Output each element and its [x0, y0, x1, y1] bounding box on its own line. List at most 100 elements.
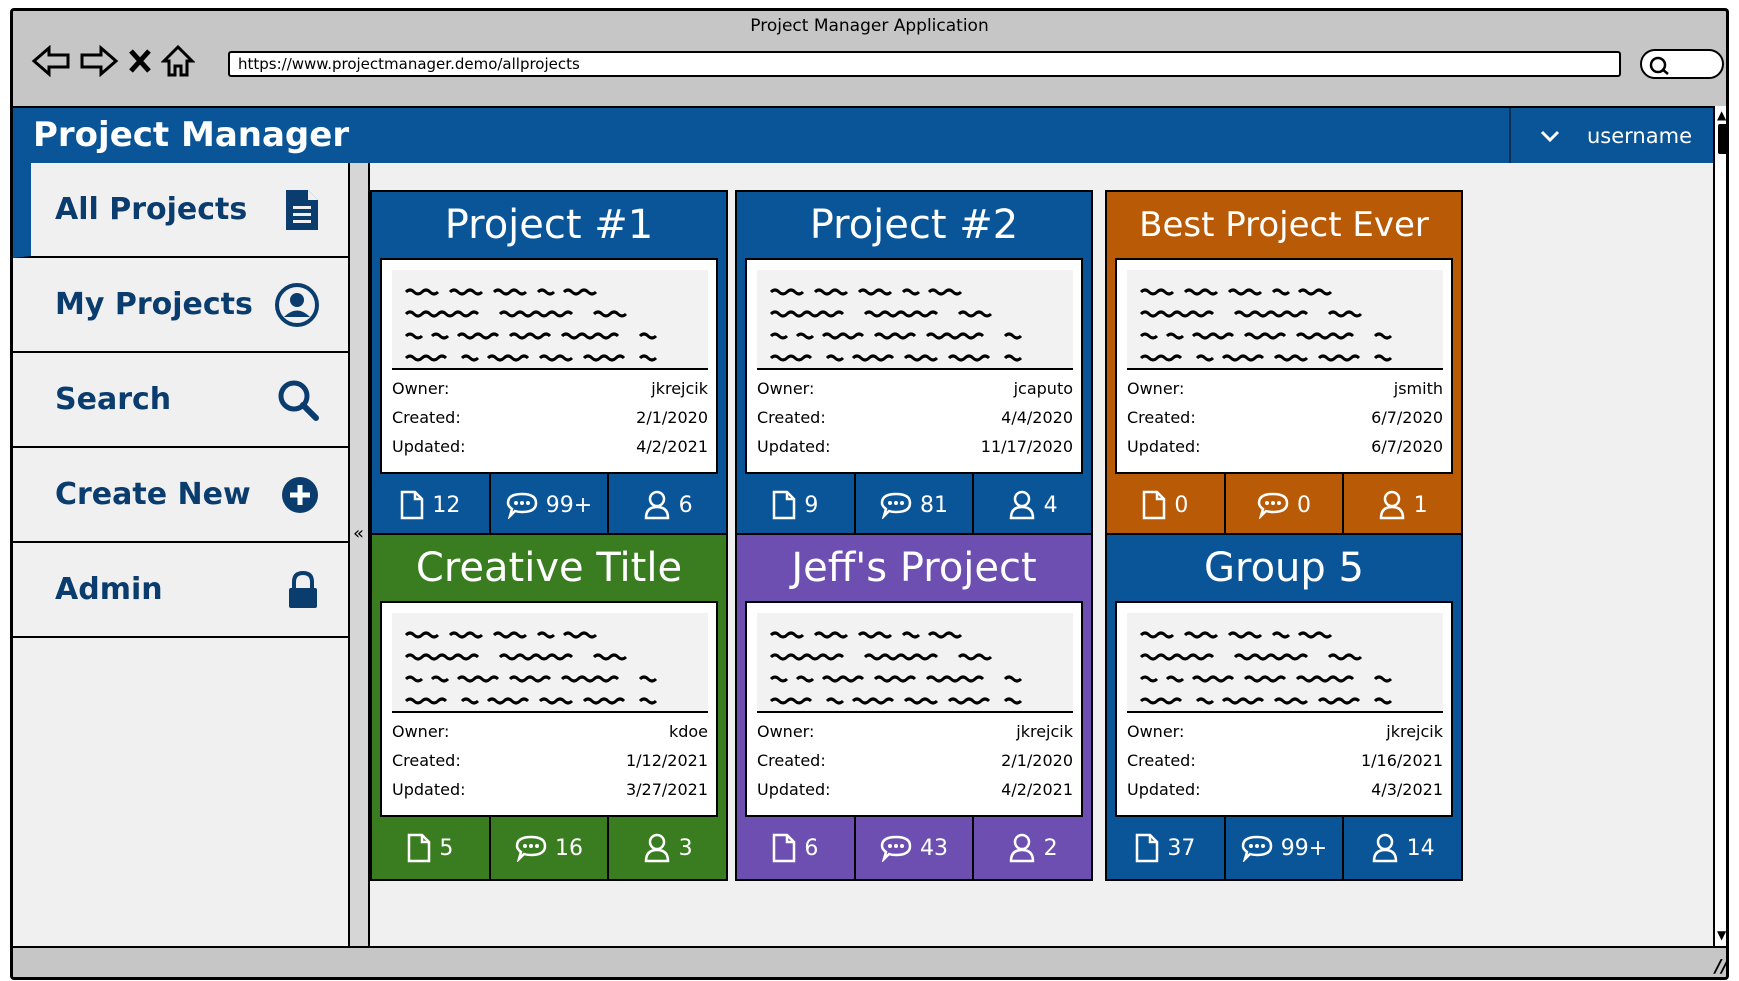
sidebar-collapse-handle[interactable]: « [350, 163, 370, 948]
project-card[interactable]: Jeff's Project Owner: jkrejcik Created: 2/… [735, 533, 1093, 881]
comments-stat[interactable]: 0 [1226, 474, 1345, 536]
sidebar-item-label: All Projects [55, 192, 248, 227]
created-value: 1/12/2021 [625, 751, 708, 770]
updated-value: 6/7/2020 [1371, 437, 1443, 456]
project-meta: Owner: kdoe Created: 1/12/2021 Updated: 3/2… [392, 717, 708, 804]
url-bar[interactable]: https://www.projectmanager.demo/allproje… [228, 51, 1621, 77]
created-value: 6/7/2020 [1371, 408, 1443, 427]
project-stats: 9 81 4 [737, 474, 1091, 536]
files-stat[interactable]: 6 [737, 817, 856, 879]
comment-icon [515, 835, 547, 862]
files-count: 12 [432, 492, 461, 518]
project-meta: Owner: jkrejcik Created: 1/16/2021 Updated… [1127, 717, 1443, 804]
comments-stat[interactable]: 99+ [491, 474, 610, 536]
created-value: 2/1/2020 [636, 408, 708, 427]
sidebar-item-create-new[interactable]: Create New [13, 448, 350, 543]
members-stat[interactable]: 6 [609, 474, 726, 536]
project-card[interactable]: Project #1 Owner: jkrejcik Created: 2/1/20… [370, 190, 728, 538]
search-icon [1649, 56, 1669, 75]
sidebar-item-search[interactable]: Search [13, 353, 350, 448]
project-meta: Owner: jkrejcik Created: 2/1/2020 Updated:… [757, 717, 1073, 804]
project-stats: 37 99+ 14 [1107, 817, 1461, 879]
updated-label: Updated: [757, 780, 831, 799]
updated-label: Updated: [392, 437, 466, 456]
project-description [757, 270, 1073, 370]
members-stat[interactable]: 2 [974, 817, 1091, 879]
project-card[interactable]: Creative Title Owner: kdoe Created: 1/12/2… [370, 533, 728, 881]
project-stats: 6 43 2 [737, 817, 1091, 879]
sidebar-item-label: My Projects [55, 287, 253, 322]
vertical-scrollbar[interactable]: ▲ ▼ [1713, 106, 1726, 946]
project-description [1127, 270, 1443, 370]
scroll-thumb[interactable] [1718, 124, 1726, 154]
project-meta: Owner: jcaputo Created: 4/4/2020 Updated: 1… [757, 374, 1073, 461]
placeholder-text-icon [404, 631, 658, 705]
comments-count: 99+ [545, 492, 593, 518]
project-card[interactable]: Project #2 Owner: jcaputo Created: 4/4/202… [735, 190, 1093, 538]
members-stat[interactable]: 4 [974, 474, 1091, 536]
updated-label: Updated: [757, 437, 831, 456]
search-icon [278, 380, 319, 421]
comment-icon [1241, 835, 1273, 862]
files-stat[interactable]: 5 [372, 817, 491, 879]
files-stat[interactable]: 0 [1107, 474, 1226, 536]
placeholder-text-icon [1139, 288, 1393, 362]
user-icon [1372, 833, 1397, 863]
updated-value: 4/2/2021 [1001, 780, 1073, 799]
updated-value: 4/2/2021 [636, 437, 708, 456]
project-card[interactable]: Best Project Ever Owner: jsmith Created: 6… [1105, 190, 1463, 538]
members-stat[interactable]: 14 [1344, 817, 1461, 879]
file-icon [401, 490, 424, 520]
comments-stat[interactable]: 16 [491, 817, 610, 879]
project-title: Best Project Ever [1139, 205, 1429, 245]
updated-label: Updated: [1127, 437, 1201, 456]
project-card[interactable]: Group 5 Owner: jkrejcik Created: 1/16/2021… [1105, 533, 1463, 881]
members-count: 6 [678, 492, 693, 518]
project-body: Owner: jkrejcik Created: 2/1/2020 Updated:… [745, 601, 1083, 817]
created-label: Created: [757, 751, 826, 770]
sidebar-item-all-projects[interactable]: All Projects [13, 163, 350, 258]
files-stat[interactable]: 37 [1107, 817, 1226, 879]
scroll-up-icon[interactable]: ▲ [1717, 108, 1726, 122]
comments-stat[interactable]: 99+ [1226, 817, 1345, 879]
project-body: Owner: kdoe Created: 1/12/2021 Updated: 3/2… [380, 601, 718, 817]
project-meta: Owner: jsmith Created: 6/7/2020 Updated: 6/… [1127, 374, 1443, 461]
project-description [392, 270, 708, 370]
members-count: 4 [1043, 492, 1058, 518]
browser-search[interactable] [1640, 49, 1724, 79]
sidebar-item-admin[interactable]: Admin [13, 543, 350, 638]
home-icon[interactable] [161, 44, 195, 78]
app-title: Project Manager [33, 115, 350, 155]
comment-icon [880, 492, 912, 519]
resize-grip-icon[interactable]: // [1715, 956, 1726, 977]
owner-label: Owner: [757, 379, 815, 398]
comments-stat[interactable]: 43 [856, 817, 975, 879]
placeholder-text-icon [769, 288, 1023, 362]
owner-value: jkrejcik [1016, 722, 1073, 741]
files-stat[interactable]: 9 [737, 474, 856, 536]
sidebar-item-label: Admin [55, 572, 163, 607]
back-arrow-icon[interactable] [31, 45, 71, 77]
files-stat[interactable]: 12 [372, 474, 491, 536]
user-menu[interactable]: username [1509, 108, 1713, 163]
scroll-down-icon[interactable]: ▼ [1717, 928, 1726, 942]
owner-value: jkrejcik [1386, 722, 1443, 741]
comments-stat[interactable]: 81 [856, 474, 975, 536]
file-icon [773, 833, 796, 863]
stop-icon[interactable] [127, 47, 153, 75]
comments-count: 0 [1297, 492, 1311, 518]
collapse-chevron-icon: « [353, 523, 365, 544]
members-stat[interactable]: 1 [1344, 474, 1461, 536]
project-title: Project #2 [809, 202, 1019, 248]
members-stat[interactable]: 3 [609, 817, 726, 879]
project-body: Owner: jcaputo Created: 4/4/2020 Updated: 1… [745, 258, 1083, 474]
window-title: Project Manager Application [750, 16, 989, 36]
project-title: Jeff's Project [791, 545, 1037, 591]
forward-arrow-icon[interactable] [79, 45, 119, 77]
sidebar-item-my-projects[interactable]: My Projects [13, 258, 350, 353]
file-icon [408, 833, 431, 863]
status-bar: // [13, 946, 1726, 977]
updated-value: 11/17/2020 [980, 437, 1073, 456]
project-title: Creative Title [415, 545, 683, 591]
app-container: Project Manager username All Projects My… [13, 106, 1713, 948]
